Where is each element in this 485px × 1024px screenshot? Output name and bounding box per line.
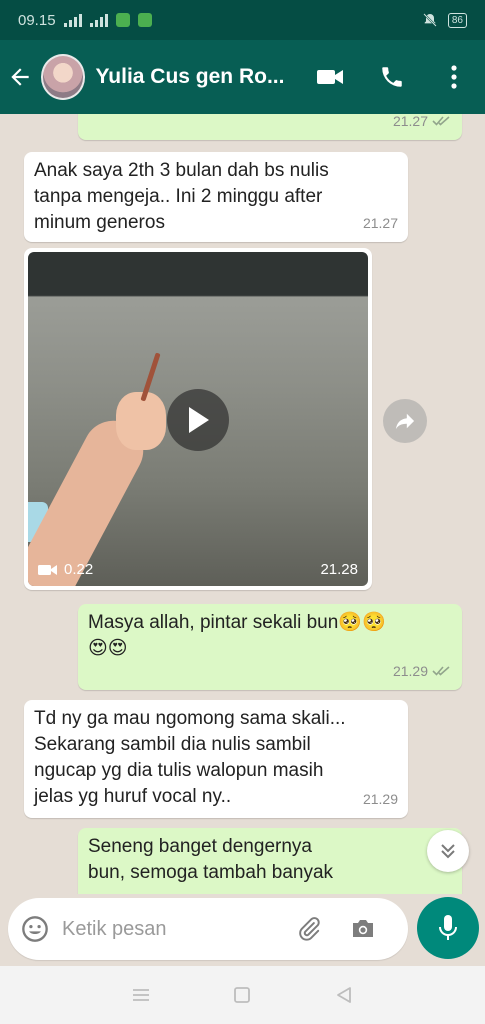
back-arrow-icon [11,68,30,86]
paperclip-icon [299,917,320,941]
home-button[interactable] [222,975,262,1015]
status-bar: 09.15 86 [0,0,485,40]
square-icon [234,987,251,1003]
message-list[interactable]: 21.27 Anak saya 2th 3 bulan dah bs nulis… [0,114,485,894]
camera-button[interactable] [336,898,390,960]
menu-icon [132,989,149,1001]
video-camera-icon [38,564,57,575]
signal-icon [63,13,82,27]
double-chevron-down-icon [441,844,455,859]
message-input[interactable] [62,917,282,941]
scroll-to-bottom-button[interactable] [427,830,469,872]
system-navigation-bar [0,966,485,1024]
message-time: 21.29 [392,663,428,679]
attach-button[interactable] [282,898,336,960]
message-time: 21.28 [320,561,358,578]
message-meta: 21.27 [393,114,452,134]
notification-app-icon [115,13,130,27]
message-time: 21.27 [392,114,428,129]
emoji-button[interactable] [8,898,62,960]
more-options-button[interactable] [423,40,485,114]
message-input-box [8,898,408,960]
triangle-back-icon [337,987,352,1003]
forward-button[interactable] [383,399,427,443]
camera-icon [353,920,373,937]
forward-icon [395,413,415,430]
double-check-icon [432,116,450,126]
mute-icon [423,13,437,27]
message-time: 21.27 [362,215,398,231]
signal-icon-2 [89,13,108,27]
composer [0,894,485,966]
phone-icon [382,67,402,87]
incoming-message[interactable]: Anak saya 2th 3 bulan dah bs nulis tanpa… [24,152,408,242]
back-nav-button[interactable] [324,975,364,1015]
message-meta: 21.29 [393,658,452,684]
outgoing-message[interactable]: 21.27 [78,114,462,140]
video-camera-icon [317,70,344,84]
contact-avatar[interactable] [40,54,86,100]
voice-call-button[interactable] [361,40,423,114]
status-time: 09.15 [18,11,56,29]
video-message[interactable]: 0.22 21.28 [24,248,372,590]
message-time: 21.29 [362,791,398,807]
video-thumbnail: 0.22 21.28 [28,252,368,586]
video-duration-text: 0.22 [64,561,94,578]
message-text: Td ny ga mau ngomong sama skali... Sekar… [34,708,346,807]
outgoing-message[interactable]: Masya allah, pintar sekali bun🥺🥺 😍😍 21.2… [78,604,462,690]
back-button[interactable] [0,40,41,114]
play-icon [189,407,209,433]
microphone-icon [439,915,457,940]
message-text: Seneng banget dengernya bun, semoga tamb… [88,836,334,883]
voice-message-button[interactable] [417,897,479,959]
video-duration: 0.22 [38,561,93,578]
outgoing-message[interactable]: Seneng banget dengernya bun, semoga tamb… [78,828,462,894]
more-vertical-icon [451,65,457,89]
video-call-button[interactable] [299,40,361,114]
play-button[interactable] [167,389,229,451]
thumbnail-detail [116,392,166,450]
double-check-icon [432,666,450,676]
emoji-icon [22,916,48,942]
notification-app-icon-2 [137,13,152,27]
battery-indicator: 86 [447,12,467,28]
contact-name[interactable]: Yulia Cus gen Ro... [95,65,299,89]
chat-header: Yulia Cus gen Ro... [0,40,485,114]
recent-apps-button[interactable] [121,975,161,1015]
incoming-message[interactable]: Td ny ga mau ngomong sama skali... Sekar… [24,700,408,818]
